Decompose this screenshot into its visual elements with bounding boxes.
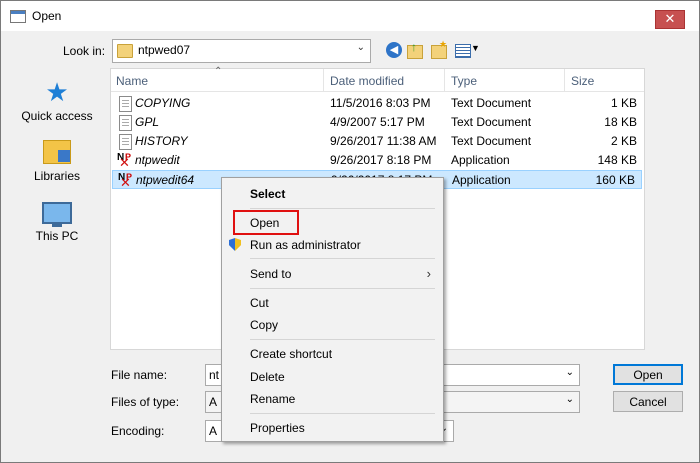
file-name: ntpwedit	[135, 153, 180, 167]
menu-item-cut[interactable]: Cut	[250, 296, 269, 310]
place-label: This PC	[35, 229, 79, 243]
menu-item-create-shortcut[interactable]: Create shortcut	[250, 347, 332, 361]
file-size: 2 KB	[610, 134, 637, 148]
look-in-label: Look in:	[63, 44, 106, 58]
file-type: Text Document	[451, 96, 532, 110]
menu-item-properties[interactable]: Properties	[250, 421, 305, 435]
column-size[interactable]: Size	[571, 74, 594, 88]
file-name-label: File name:	[111, 368, 168, 382]
chevron-down-icon: ⌄	[356, 42, 365, 53]
column-name[interactable]: Name	[116, 74, 148, 88]
application-icon: NP	[117, 152, 133, 171]
column-divider[interactable]	[323, 69, 324, 91]
sort-caret-icon: ⌃	[214, 66, 223, 77]
menu-item-delete[interactable]: Delete	[250, 370, 285, 384]
window-title: Open	[32, 9, 62, 23]
menu-item-send-to[interactable]: Send to	[250, 267, 291, 281]
menu-item-open[interactable]: Open	[250, 216, 279, 230]
view-menu-icon[interactable]	[455, 44, 471, 58]
place-label: Quick access	[21, 109, 93, 123]
file-row[interactable]: COPYING 11/5/2016 8:03 PM Text Document …	[111, 94, 644, 113]
file-size: 160 KB	[595, 173, 635, 187]
window-icon	[10, 10, 26, 23]
look-in-value: ntpwed07	[138, 43, 191, 57]
back-icon[interactable]: ◀	[386, 42, 402, 58]
places-bar: ★ Quick access Libraries This PC	[11, 68, 103, 346]
file-name: HISTORY	[135, 134, 188, 148]
file-size: 148 KB	[597, 153, 637, 167]
file-name-value: nt	[209, 368, 220, 382]
menu-separator	[250, 258, 435, 259]
column-header: ⌃ Name Date modified Type Size	[111, 66, 644, 92]
this-pc-icon	[42, 202, 72, 227]
file-type-label: Files of type:	[111, 395, 180, 409]
column-divider[interactable]	[444, 69, 445, 91]
menu-separator	[250, 339, 435, 340]
menu-separator	[250, 288, 435, 289]
look-in-dropdown[interactable]: ntpwed07 ⌄	[112, 39, 371, 63]
file-type: Application	[451, 153, 510, 167]
menu-item-rename[interactable]: Rename	[250, 392, 295, 406]
chevron-down-icon: ⌄	[565, 394, 574, 405]
cancel-button[interactable]: Cancel	[613, 391, 683, 412]
file-date: 9/26/2017 11:38 AM	[330, 134, 437, 148]
encoding-label: Encoding:	[111, 424, 165, 438]
column-type[interactable]: Type	[451, 74, 477, 88]
column-date[interactable]: Date modified	[330, 74, 404, 88]
menu-separator	[250, 208, 435, 209]
encoding-value: A	[209, 424, 218, 438]
place-libraries[interactable]: Libraries	[11, 140, 103, 183]
file-date: 4/9/2007 5:17 PM	[330, 115, 425, 129]
file-date: 9/26/2017 8:18 PM	[330, 153, 432, 167]
application-icon: NP	[118, 172, 134, 191]
star-icon: ★	[45, 77, 69, 107]
new-folder-icon[interactable]	[431, 39, 447, 59]
file-size: 1 KB	[610, 96, 637, 110]
place-quick-access[interactable]: ★ Quick access	[11, 77, 103, 123]
menu-item-select[interactable]: Select	[250, 187, 285, 201]
text-document-icon	[119, 115, 132, 131]
text-document-icon	[119, 134, 132, 150]
file-size: 18 KB	[604, 115, 637, 129]
file-type: Text Document	[451, 134, 532, 148]
title-bar: Open ✕	[1, 1, 699, 31]
libraries-icon	[43, 140, 71, 164]
up-folder-icon[interactable]	[407, 40, 423, 59]
file-name: GPL	[135, 115, 160, 129]
file-row[interactable]: GPL 4/9/2007 5:17 PM Text Document 18 KB	[111, 113, 644, 132]
context-menu: Select Open Run as administrator Send to…	[221, 177, 444, 442]
folder-icon	[117, 44, 133, 58]
text-document-icon	[119, 96, 132, 112]
file-date: 11/5/2016 8:03 PM	[330, 96, 431, 110]
close-button[interactable]: ✕	[655, 10, 685, 29]
file-type: Text Document	[451, 115, 532, 129]
file-row[interactable]: HISTORY 9/26/2017 11:38 AM Text Document…	[111, 132, 644, 151]
column-divider[interactable]	[564, 69, 565, 91]
file-type-value: A	[209, 395, 218, 409]
file-type: Application	[452, 173, 511, 187]
file-row[interactable]: NP ntpwedit 9/26/2017 8:18 PM Applicatio…	[111, 151, 644, 171]
chevron-right-icon: ›	[426, 266, 431, 281]
place-this-pc[interactable]: This PC	[11, 202, 103, 243]
shield-icon	[229, 238, 241, 251]
place-label: Libraries	[33, 169, 81, 183]
view-menu-arrow-icon[interactable]: ▼	[471, 43, 480, 53]
file-name: ntpwedit64	[136, 173, 195, 187]
menu-item-copy[interactable]: Copy	[250, 318, 278, 332]
chevron-down-icon[interactable]: ⌄	[566, 367, 574, 378]
menu-separator	[250, 413, 435, 414]
menu-item-run-as-admin[interactable]: Run as administrator	[250, 238, 361, 252]
file-name: COPYING	[135, 96, 191, 110]
open-button[interactable]: Open	[613, 364, 683, 385]
